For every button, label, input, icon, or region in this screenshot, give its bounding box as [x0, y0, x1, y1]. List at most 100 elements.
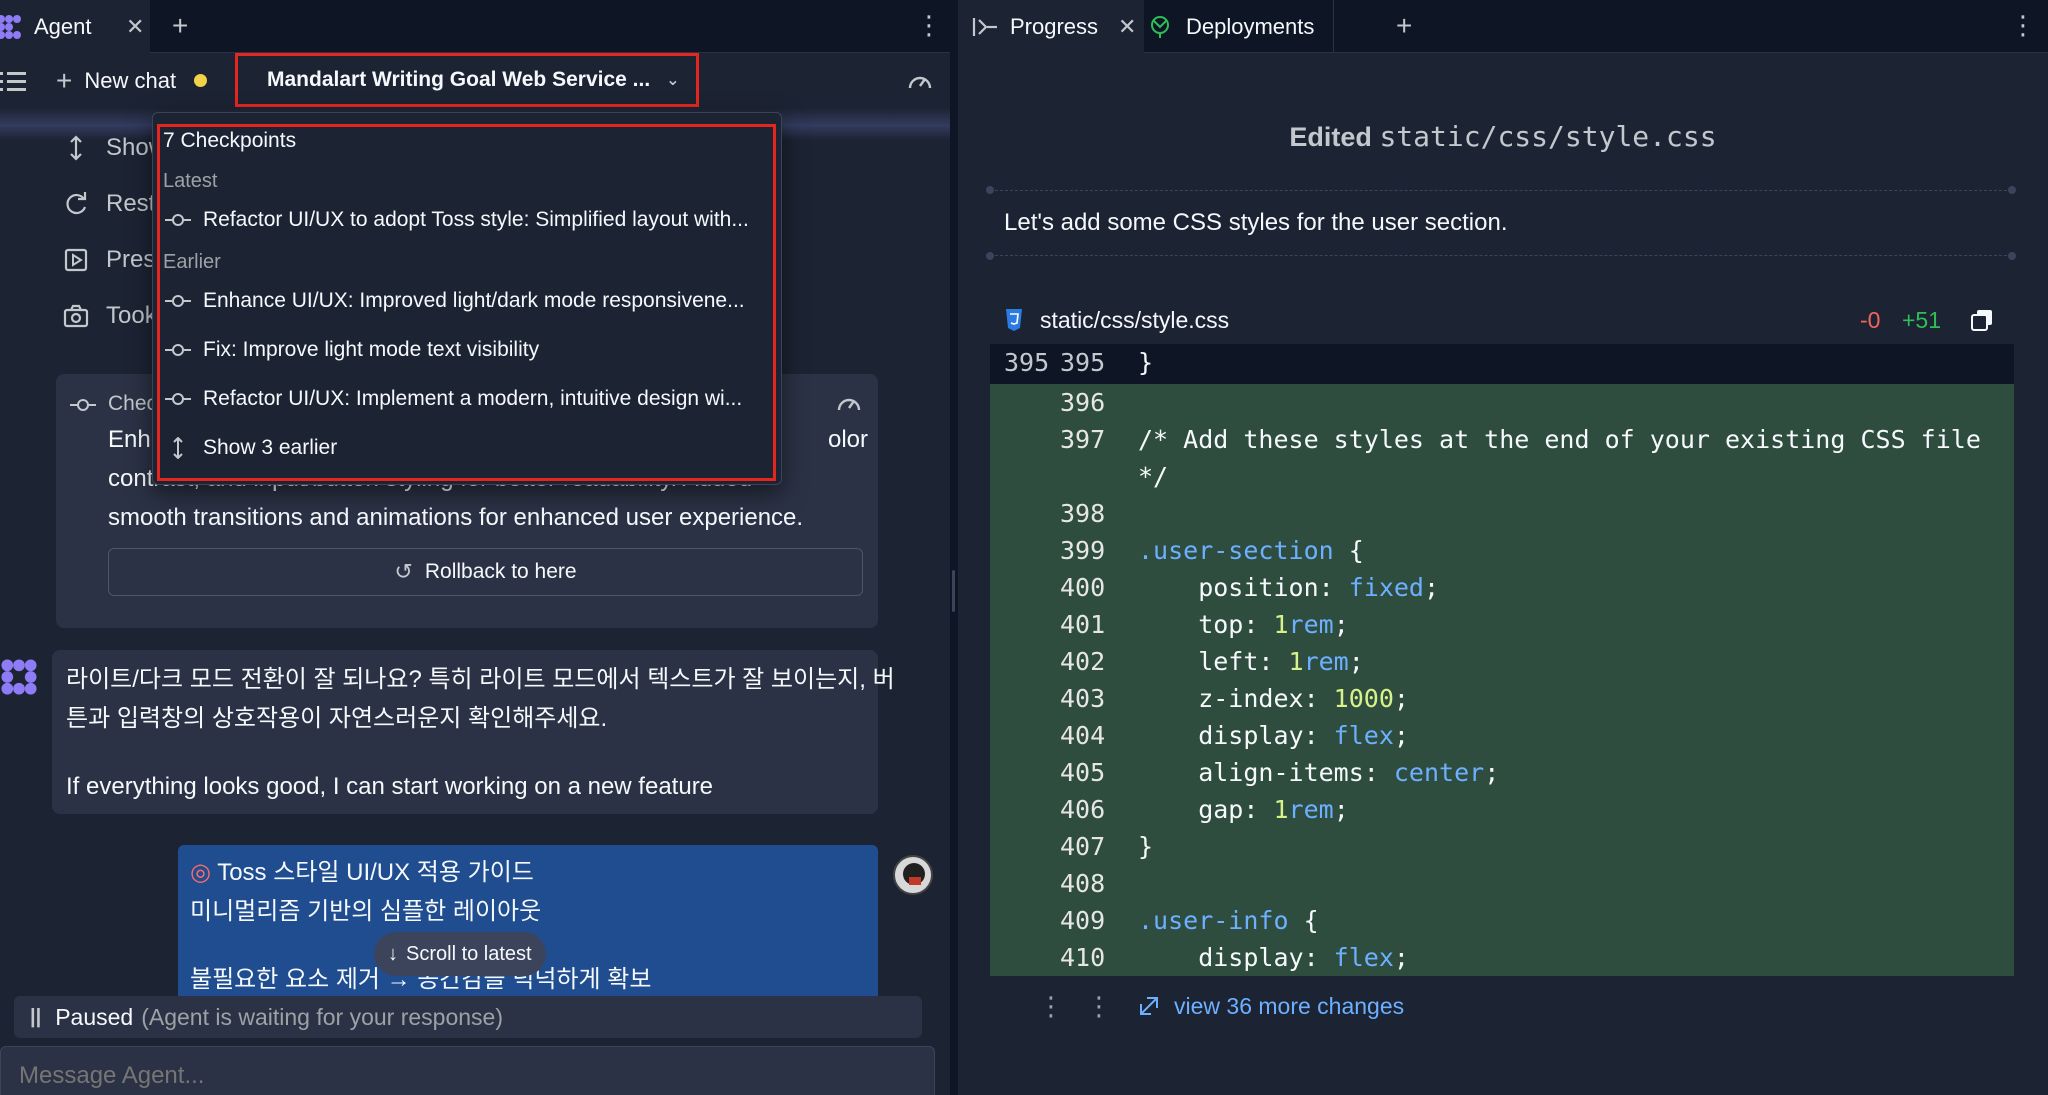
- number-token: 1: [1273, 610, 1289, 639]
- user-avatar[interactable]: [893, 855, 933, 895]
- copy-icon[interactable]: [1970, 308, 1994, 332]
- diff-added-block: 396 397 /* Add these styles at the end of…: [990, 384, 2014, 1008]
- tab-agent[interactable]: Agent ✕: [0, 0, 150, 53]
- show-earlier-button[interactable]: Show 3 earlier: [165, 436, 337, 460]
- agent-message-line3: If everything looks good, I can start wo…: [66, 773, 714, 800]
- line-number: 404: [1060, 721, 1106, 750]
- checkpoint-item-earlier-2[interactable]: Fix: Improve light mode text visibility: [165, 338, 539, 362]
- pane-splitter[interactable]: [950, 0, 958, 1095]
- agent-message: 라이트/다크 모드 전환이 잘 되나요? 특히 라이트 모드에서 텍스트가 잘 …: [52, 650, 895, 814]
- line-number: 399: [1060, 536, 1106, 565]
- agent-toolbar: + New chat Mandalart Writing Goal Web Se…: [0, 53, 950, 108]
- show-earlier-label: Show 3 earlier: [203, 436, 338, 459]
- code-text: */: [1138, 462, 1169, 491]
- screenshot-action[interactable]: Took: [62, 302, 157, 330]
- checkpoint-item-earlier-3[interactable]: Refactor UI/UX: Implement a modern, intu…: [165, 387, 742, 411]
- checkpoint-item-label: Enhance UI/UX: Improved light/dark mode …: [203, 289, 745, 312]
- rollback-button[interactable]: ↺ Rollback to here: [108, 548, 863, 596]
- line-number: 401: [1060, 610, 1106, 639]
- edited-title: Edited static/css/style.css: [958, 120, 2048, 153]
- unit-token: rem: [1288, 610, 1334, 639]
- preview-icon: [64, 248, 88, 272]
- note-corner: [2008, 252, 2016, 260]
- tab-deployments[interactable]: Deployments: [1148, 0, 1334, 53]
- menu-icon[interactable]: [0, 70, 26, 92]
- note-corner: [986, 186, 994, 194]
- new-chat-label: New chat: [84, 67, 177, 93]
- checkpoint-icon: [165, 214, 191, 226]
- progress-icon: [972, 17, 997, 36]
- close-tab-icon[interactable]: ✕: [1118, 14, 1136, 40]
- expand-handle-icon[interactable]: ⋮: [1086, 991, 1112, 1022]
- unit-token: rem: [1303, 647, 1349, 676]
- expand-vertical-icon: [173, 437, 183, 459]
- code-text: display: flex;: [1138, 943, 1409, 972]
- expand-vertical-icon: [70, 135, 82, 161]
- restart-action[interactable]: Rest: [62, 190, 155, 218]
- preview-action-label: Pres: [106, 246, 156, 273]
- expand-handle-icon[interactable]: ⋮: [1038, 991, 1064, 1022]
- gauge-icon[interactable]: [907, 70, 933, 92]
- checkpoint-text-start: Enh: [108, 426, 151, 453]
- checkpoint-icon: [165, 393, 191, 405]
- code-text: position: fixed;: [1138, 573, 1440, 602]
- chat-title-selector[interactable]: Mandalart Writing Goal Web Service ... ⌄: [235, 53, 699, 107]
- value-token: center: [1393, 758, 1485, 787]
- scroll-to-latest-button[interactable]: ↓ Scroll to latest: [374, 932, 546, 976]
- line-number: 409: [1060, 906, 1106, 935]
- selector-token: .user-info: [1138, 906, 1289, 935]
- show-action[interactable]: Show: [62, 134, 166, 162]
- edited-file: static/css/style.css: [1379, 120, 1717, 153]
- view-more-changes-link[interactable]: view 36 more changes: [1138, 993, 1404, 1020]
- restart-action-label: Rest: [106, 190, 156, 217]
- camera-icon: [63, 304, 89, 328]
- splitter-handle[interactable]: [952, 570, 955, 612]
- agent-note: Let's add some CSS styles for the user s…: [990, 190, 2012, 256]
- paused-status: || Paused (Agent is waiting for your res…: [14, 996, 922, 1038]
- message-input[interactable]: [1, 1047, 934, 1095]
- tab-progress[interactable]: Progress ✕: [958, 0, 1144, 53]
- add-tab-icon[interactable]: +: [172, 12, 188, 40]
- progress-tabbar: Progress ✕ Deployments + ⋮: [958, 0, 2048, 53]
- expand-arrow-icon: [1140, 997, 1158, 1015]
- line-number: 408: [1060, 869, 1106, 898]
- code-text: .user-info {: [1138, 906, 1319, 935]
- preview-action[interactable]: Pres: [62, 246, 155, 274]
- line-number: 406: [1060, 795, 1106, 824]
- code-text: }: [1138, 348, 1154, 377]
- code-text: .user-section {: [1138, 536, 1364, 565]
- new-chat-button[interactable]: + New chat: [56, 53, 208, 108]
- code-text: display: flex;: [1138, 721, 1409, 750]
- unit-token: rem: [1288, 795, 1334, 824]
- gauge-icon[interactable]: [836, 392, 862, 414]
- paused-detail: (Agent is waiting for your response): [141, 1003, 503, 1030]
- progress-tab-menu-icon[interactable]: ⋮: [2010, 10, 2036, 40]
- agent-tab-menu-icon[interactable]: ⋮: [916, 10, 942, 40]
- tab-progress-label: Progress: [1010, 13, 1099, 39]
- avatar-accent: [909, 877, 921, 885]
- agent-message-line2: 튼과 입력창의 상호작용이 자연스러운지 확인해주세요.: [66, 705, 608, 732]
- note-text: Let's add some CSS styles for the user s…: [1004, 209, 1508, 236]
- number-token: 1000: [1333, 684, 1394, 713]
- diff-card: static/css/style.css -0 +51 395 395 } 39…: [990, 296, 2014, 1036]
- view-more-changes-label: view 36 more changes: [1174, 992, 1405, 1019]
- agent-avatar-icon: [1, 659, 37, 695]
- line-number: 400: [1060, 573, 1106, 602]
- message-composer[interactable]: [0, 1046, 935, 1095]
- checkpoint-item-earlier-1[interactable]: Enhance UI/UX: Improved light/dark mode …: [165, 289, 745, 313]
- arrow-down-icon: ↓: [388, 942, 398, 965]
- progress-pane: Progress ✕ Deployments + ⋮ Edited static…: [958, 0, 2048, 1095]
- diff-footer: ⋮ ⋮ view 36 more changes: [990, 976, 2014, 1036]
- checkpoint-icon: [165, 344, 191, 356]
- status-dot: [194, 74, 208, 87]
- code-text: z-index: 1000;: [1138, 684, 1409, 713]
- add-tab-icon[interactable]: +: [1396, 12, 1412, 40]
- agent-message-line1: 라이트/다크 모드 전환이 잘 되나요? 특히 라이트 모드에서 텍스트가 잘 …: [66, 666, 895, 693]
- value-token: flex: [1333, 943, 1394, 972]
- code-text: top: 1rem;: [1138, 610, 1349, 639]
- diff-removed-count: -0: [1860, 306, 1881, 333]
- checkpoint-item-latest[interactable]: Refactor UI/UX to adopt Toss style: Simp…: [165, 208, 749, 232]
- chat-title: Mandalart Writing Goal Web Service ...: [267, 68, 651, 91]
- close-tab-icon[interactable]: ✕: [126, 14, 144, 40]
- diff-body: 395 395 } 396 397 /* Add these styles at …: [990, 344, 2014, 1008]
